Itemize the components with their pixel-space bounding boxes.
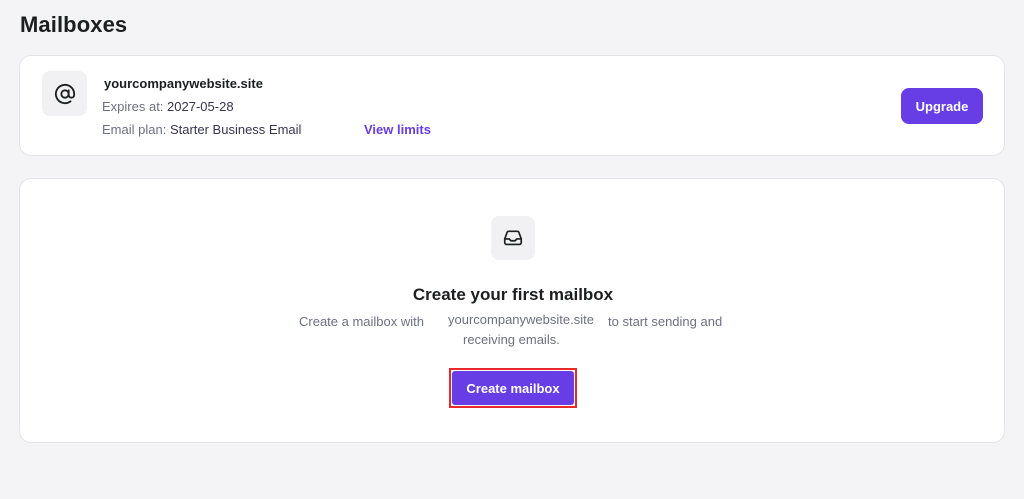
upgrade-button[interactable]: Upgrade: [901, 88, 983, 124]
empty-state-card: Create your first mailbox Create a mailb…: [19, 178, 1005, 443]
inbox-icon: [491, 216, 535, 260]
plan-label: Email plan:: [102, 122, 167, 137]
at-sign-icon: [42, 71, 87, 116]
domain-name: yourcompanywebsite.site: [104, 76, 263, 91]
description-prefix: Create a mailbox with: [299, 314, 424, 329]
create-mailbox-button[interactable]: Create mailbox: [452, 371, 574, 405]
description-suffix: to start sending and: [608, 314, 723, 329]
description-domain: yourcompanywebsite.site: [448, 312, 594, 327]
expires-value: 2027-05-28: [167, 99, 234, 114]
expiry-info: Expires at: 2027-05-28: [102, 99, 234, 114]
description-line-2: receiving emails.: [463, 332, 560, 347]
view-limits-link[interactable]: View limits: [364, 122, 431, 137]
create-mailbox-highlight: Create mailbox: [449, 368, 577, 408]
empty-state-title: Create your first mailbox: [412, 285, 614, 304]
domain-card: yourcompanywebsite.site Expires at: 2027…: [19, 55, 1005, 156]
expires-label: Expires at:: [102, 99, 164, 114]
plan-value: Starter Business Email: [169, 122, 302, 137]
plan-info: Email plan: Starter Business Email: [102, 122, 301, 137]
page-title: Mailboxes: [20, 12, 128, 37]
